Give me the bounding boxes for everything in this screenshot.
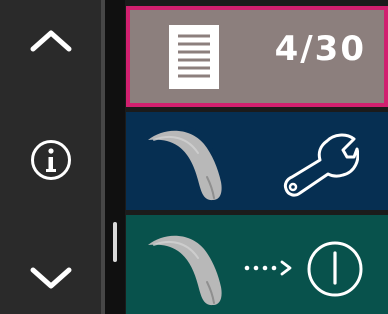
left-navigation-panel	[0, 0, 101, 314]
power-icon	[307, 241, 363, 297]
info-icon	[30, 140, 71, 180]
info-button[interactable]	[0, 125, 101, 195]
power-tile[interactable]	[126, 215, 388, 314]
handpiece-icon	[148, 230, 222, 306]
scroll-up-button[interactable]	[0, 5, 101, 75]
chevron-up-icon	[30, 30, 71, 52]
scroll-down-button[interactable]	[0, 244, 101, 314]
dots-arrow-icon	[244, 260, 292, 276]
document-icon	[169, 25, 219, 89]
chevron-down-icon	[30, 267, 71, 289]
wrench-icon	[283, 133, 359, 197]
handpiece-icon	[148, 125, 222, 201]
device-screen: 4/30	[0, 0, 388, 314]
document-count-text: 4/30	[274, 29, 366, 69]
scrollbar[interactable]	[105, 0, 125, 314]
scroll-thumb[interactable]	[113, 222, 117, 262]
document-count-tile[interactable]: 4/30	[126, 6, 388, 107]
service-tile[interactable]	[126, 112, 388, 210]
